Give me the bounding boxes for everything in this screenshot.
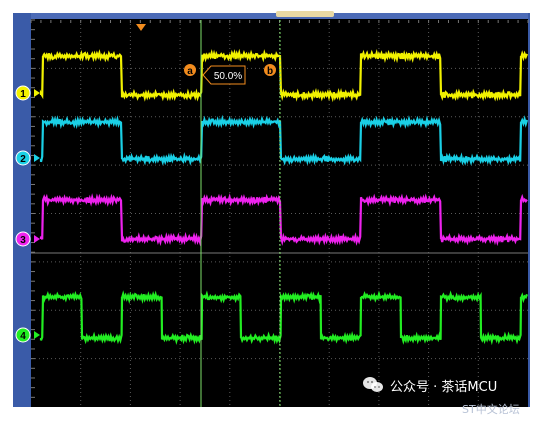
svg-text:b: b: [267, 66, 273, 77]
svg-text:50.0%: 50.0%: [214, 71, 242, 82]
top-scroll-indicator[interactable]: [276, 11, 334, 17]
watermark-text: 公众号 · 茶话MCU: [390, 379, 498, 395]
svg-text:a: a: [187, 66, 193, 77]
channel-3-label: 3: [20, 235, 26, 246]
channel-1-label: 1: [20, 89, 26, 100]
cursor-delta-readout: 50.0%: [202, 65, 246, 85]
watermark-subtext: ST中文论坛: [462, 403, 520, 416]
channel-4-label: 4: [20, 331, 26, 342]
wechat-icon: [363, 377, 383, 392]
watermark: 公众号 · 茶话MCU: [362, 372, 522, 398]
oscilloscope-screen: a b 50.0% 1 2 3 4: [0, 0, 540, 423]
channel-2-label: 2: [20, 154, 26, 165]
